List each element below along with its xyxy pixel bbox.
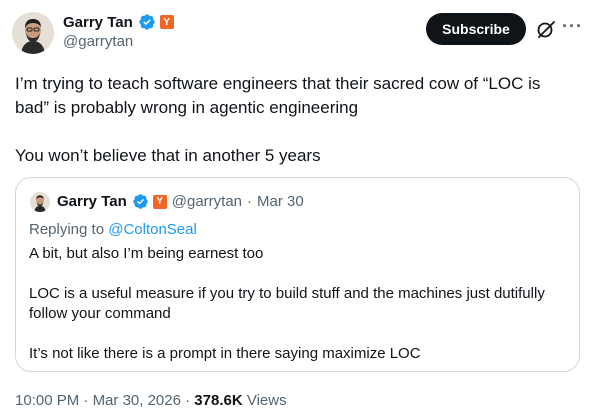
separator-dot: · bbox=[185, 392, 191, 409]
yc-badge-icon[interactable]: Y bbox=[159, 15, 174, 29]
tweet-paragraph: You won’t believe that in another 5 year… bbox=[15, 146, 321, 165]
quoted-tweet[interactable]: Garry Tan Y @garrytan · Mar 30 Replying … bbox=[15, 177, 580, 372]
separator-dot: · bbox=[247, 193, 253, 210]
separator-dot: · bbox=[83, 392, 89, 409]
author-name[interactable]: Garry Tan bbox=[63, 14, 133, 31]
tweet-text: I’m trying to teach software engineers t… bbox=[15, 72, 575, 168]
tweet-time[interactable]: 10:00 PM bbox=[15, 392, 79, 409]
verified-badge-icon[interactable] bbox=[138, 13, 156, 31]
views-count: 378.6K bbox=[194, 392, 243, 409]
quoted-date[interactable]: Mar 30 bbox=[257, 193, 304, 210]
yc-badge-icon: Y bbox=[152, 194, 167, 209]
subscribe-button[interactable]: Subscribe bbox=[426, 13, 526, 45]
tweet-meta: 10:00 PM · Mar 30, 2026 · 378.6K Views bbox=[15, 392, 287, 409]
grok-icon[interactable] bbox=[536, 19, 556, 39]
replying-to-link[interactable]: @ColtonSeal bbox=[108, 221, 197, 238]
quoted-paragraph: It’s not like there is a prompt in there… bbox=[29, 345, 421, 362]
quoted-text: A bit, but also I’m being earnest too LO… bbox=[29, 244, 569, 364]
avatar-portrait bbox=[12, 12, 54, 54]
quoted-paragraph: LOC is a useful measure if you try to bu… bbox=[29, 285, 545, 322]
quoted-author-name[interactable]: Garry Tan bbox=[57, 193, 127, 210]
author-avatar[interactable] bbox=[12, 12, 54, 54]
author-handle[interactable]: @garrytan bbox=[63, 33, 133, 50]
replying-prefix: Replying to bbox=[29, 221, 109, 238]
tweet-date[interactable]: Mar 30, 2026 bbox=[93, 392, 181, 409]
more-options-icon[interactable]: ··· bbox=[562, 16, 583, 37]
quoted-paragraph: A bit, but also I’m being earnest too bbox=[29, 245, 264, 262]
quoted-author-avatar[interactable] bbox=[30, 192, 50, 212]
author-name-row: Garry Tan Y bbox=[63, 13, 174, 31]
tweet-paragraph: I’m trying to teach software engineers t… bbox=[15, 74, 541, 117]
verified-badge-icon bbox=[132, 193, 149, 210]
replying-to-line: Replying to @ColtonSeal bbox=[29, 221, 197, 238]
quoted-author-handle: @garrytan bbox=[171, 193, 243, 210]
quoted-header: Garry Tan Y @garrytan · Mar 30 bbox=[57, 193, 304, 210]
quoted-avatar-portrait bbox=[30, 192, 50, 212]
views-label: Views bbox=[246, 392, 287, 409]
